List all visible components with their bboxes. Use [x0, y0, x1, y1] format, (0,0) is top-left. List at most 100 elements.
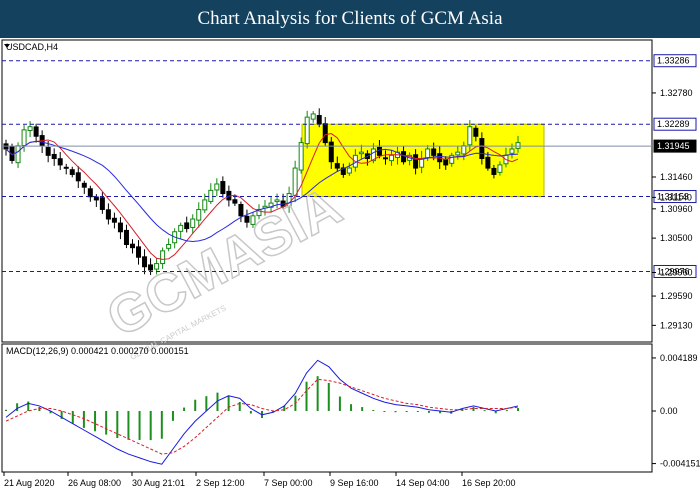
candle-body: [123, 229, 129, 245]
candle-body: [358, 151, 364, 155]
candle-body: [509, 148, 515, 154]
candle-body: [184, 222, 190, 230]
candle-body: [45, 146, 51, 156]
candle-body: [455, 151, 461, 156]
page-title: Chart Analysis for Clients of GCM Asia: [0, 0, 700, 38]
candle-body: [51, 153, 57, 160]
candle-body: [491, 167, 497, 175]
candle-body: [346, 167, 352, 174]
time-axis-label: 30 Aug 21:01: [132, 478, 185, 488]
macd-histogram-bar: [205, 396, 208, 411]
macd-histogram-bar: [383, 411, 386, 412]
candle-body: [334, 163, 340, 169]
candle-body: [178, 224, 184, 232]
candle-body: [196, 208, 202, 221]
candle-body: [467, 126, 473, 146]
time-axis-label: 21 Aug 2020: [4, 478, 55, 488]
macd-histogram-bar: [149, 411, 152, 441]
time-axis-label: 7 Sep 00:00: [264, 478, 313, 488]
time-axis-label: 14 Sep 04:00: [396, 478, 450, 488]
macd-axis-label: 0.00: [660, 406, 678, 416]
candle-body: [515, 142, 521, 149]
macd-histogram-bar: [327, 382, 330, 411]
macd-histogram-bar: [505, 410, 508, 412]
macd-histogram-bar: [127, 411, 130, 440]
macd-histogram-bar: [16, 403, 19, 411]
macd-histogram-bar: [517, 408, 519, 411]
macd-histogram-bar: [194, 399, 197, 411]
candle-body: [443, 158, 449, 166]
candle-body: [81, 182, 87, 188]
macd-histogram-bar: [350, 404, 353, 411]
price-axis-label: 1.31460: [660, 172, 693, 182]
macd-histogram-bar: [316, 376, 319, 411]
candle-body: [208, 189, 214, 202]
macd-histogram-bar: [94, 411, 97, 432]
candle-body: [220, 181, 226, 195]
macd-histogram-bar: [249, 411, 252, 414]
chart-frame: GCMASIA GLOBAL CAPITAL MARKETS 1.33286 1.3…: [0, 38, 700, 500]
candle-body: [238, 203, 244, 217]
candle-body: [304, 116, 310, 145]
price-axis-label: 1.32780: [660, 88, 693, 98]
macd-histogram-bar: [183, 407, 186, 411]
candle-body: [190, 218, 196, 228]
macd-histogram-bar: [483, 410, 486, 412]
candle-body: [310, 113, 316, 120]
macd-histogram-bar: [405, 411, 408, 412]
candle-body: [75, 172, 81, 182]
macd-histogram-bar: [160, 411, 163, 439]
macd-histogram-bar: [5, 409, 7, 411]
symbol-label: USDCAD,H4: [6, 42, 58, 52]
candle-body: [166, 243, 172, 249]
price-axis-label: 1.29130: [660, 320, 693, 330]
price-axis-label: 1.29590: [660, 291, 693, 301]
candle-body: [497, 164, 503, 173]
candle-body: [15, 145, 21, 164]
time-axis-label: 16 Sep 20:00: [462, 478, 516, 488]
candle-body: [69, 169, 75, 175]
macd-axis-label: 0.004189: [660, 353, 698, 363]
time-axis-label: 9 Sep 16:00: [330, 478, 379, 488]
current-price-label: 1.31945: [657, 141, 690, 151]
macd-histogram-bar: [105, 411, 108, 435]
candle-body: [33, 126, 39, 137]
candle-body: [461, 145, 467, 155]
candle-body: [431, 148, 437, 156]
macd-label: MACD(12,26,9) 0.000421 0.000270 0.000151: [6, 346, 189, 356]
watermark-text: GCMASIA: [97, 176, 350, 349]
candle-body: [214, 183, 220, 191]
macd-histogram-bar: [138, 411, 141, 440]
candle-body: [232, 199, 238, 204]
candle-body: [117, 222, 123, 233]
candle-body: [93, 196, 99, 201]
candle-body: [328, 141, 334, 163]
level-price-label: 1.33286: [657, 56, 690, 66]
macd-histogram-bar: [372, 409, 375, 411]
price-axis-label: 1.30500: [660, 233, 693, 243]
candle-body: [136, 246, 142, 258]
candle-body: [473, 127, 479, 137]
candle-body: [322, 123, 328, 144]
candle-body: [389, 154, 395, 162]
candle-body: [449, 154, 455, 164]
macd-histogram-bar: [116, 411, 119, 438]
macd-histogram-bar: [227, 395, 230, 411]
candle-body: [425, 148, 431, 159]
candle-body: [87, 188, 93, 198]
macd-layer: [5, 359, 519, 465]
macd-axis-label: -0.004151: [660, 459, 700, 469]
price-axis-label: 1.29960: [660, 268, 693, 278]
macd-panel: [1, 343, 653, 473]
candle-body: [57, 158, 63, 166]
candle-body: [485, 156, 491, 169]
time-axis-label: 26 Aug 08:00: [68, 478, 121, 488]
price-axis-label: 1.30960: [660, 204, 693, 214]
candle-body: [202, 199, 208, 211]
candle-body: [382, 157, 388, 160]
candle-body: [129, 243, 135, 249]
chart-canvas[interactable]: GCMASIAGLOBAL CAPITAL MARKETS 1.33286 1.3…: [0, 38, 700, 500]
time-axis-label: 2 Sep 12:00: [196, 478, 245, 488]
macd-histogram-bar: [361, 407, 364, 411]
macd-histogram-bar: [416, 411, 419, 412]
